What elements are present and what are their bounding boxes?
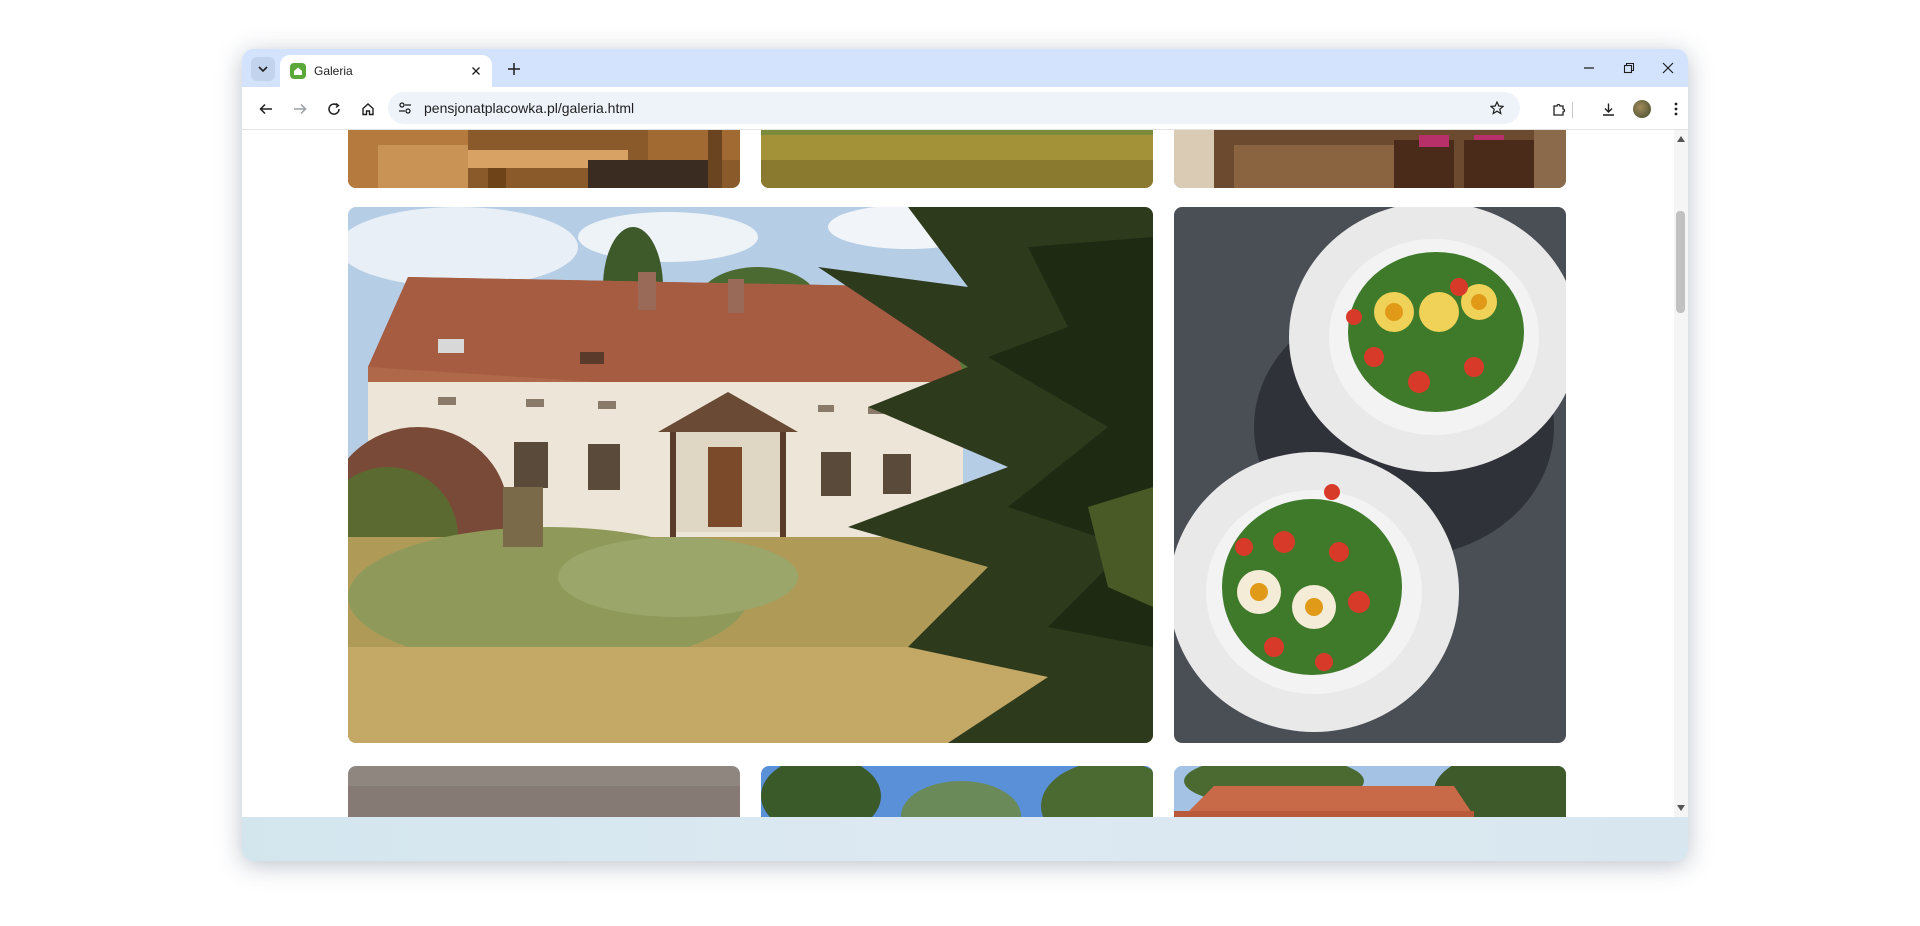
bookmark-star-icon[interactable] xyxy=(1484,95,1510,121)
photo-trees-sky[interactable] xyxy=(761,766,1153,817)
puzzle-icon xyxy=(1552,103,1565,116)
photo-roof[interactable] xyxy=(1174,766,1566,817)
tab-bar: Galeria xyxy=(242,49,1688,87)
photo-gray-wall[interactable] xyxy=(348,766,740,817)
arrow-left-icon xyxy=(259,103,272,115)
tab-search-button[interactable] xyxy=(251,57,275,81)
close-window-button[interactable] xyxy=(1656,57,1680,79)
photo-dining-room[interactable] xyxy=(1174,130,1566,188)
scrollbar-thumb[interactable] xyxy=(1676,211,1685,313)
window-bottom-bar xyxy=(242,817,1688,861)
new-tab-button[interactable] xyxy=(504,59,524,79)
page-scrollbar[interactable] xyxy=(1674,130,1688,817)
extensions-button[interactable] xyxy=(1546,96,1572,122)
back-button[interactable] xyxy=(254,97,278,121)
photo-guesthouse[interactable] xyxy=(348,207,1153,743)
profile-button[interactable] xyxy=(1629,96,1655,122)
avatar xyxy=(1633,100,1651,118)
menu-button[interactable] xyxy=(1663,96,1688,122)
scroll-up-icon[interactable] xyxy=(1676,134,1686,144)
arrow-right-icon xyxy=(294,103,307,115)
toolbar-separator xyxy=(1572,102,1573,118)
site-info-icon[interactable] xyxy=(392,95,418,121)
photo-wooden-table[interactable] xyxy=(348,130,740,188)
tab-galeria[interactable]: Galeria xyxy=(280,55,492,87)
download-icon xyxy=(1602,103,1614,116)
page-viewport xyxy=(242,130,1688,817)
downloads-button[interactable] xyxy=(1595,96,1621,122)
scroll-down-icon[interactable] xyxy=(1676,803,1686,813)
home-icon xyxy=(362,103,374,116)
forward-button[interactable] xyxy=(288,97,312,121)
favicon-icon xyxy=(290,63,306,79)
minimize-icon xyxy=(1584,67,1594,69)
restore-button[interactable] xyxy=(1617,57,1641,79)
tab-title: Galeria xyxy=(314,64,353,78)
chevron-down-icon xyxy=(258,66,268,73)
close-icon xyxy=(1662,62,1674,74)
reload-button[interactable] xyxy=(322,97,346,121)
browser-window: Galeria pensjonatplacowka.pl/galeria.htm… xyxy=(242,49,1688,861)
plus-icon xyxy=(508,63,520,75)
restore-icon xyxy=(1623,62,1635,74)
home-button[interactable] xyxy=(356,97,380,121)
toolbar: pensjonatplacowka.pl/galeria.html xyxy=(242,87,1688,129)
url-text[interactable]: pensjonatplacowka.pl/galeria.html xyxy=(424,100,1484,116)
photo-salad-plates[interactable] xyxy=(1174,207,1566,743)
address-bar[interactable]: pensjonatplacowka.pl/galeria.html xyxy=(388,92,1520,124)
close-tab-icon[interactable] xyxy=(466,61,486,81)
reload-icon xyxy=(328,102,340,115)
more-vertical-icon xyxy=(1674,102,1678,116)
minimize-button[interactable] xyxy=(1577,57,1601,79)
photo-meadow[interactable] xyxy=(761,130,1153,188)
